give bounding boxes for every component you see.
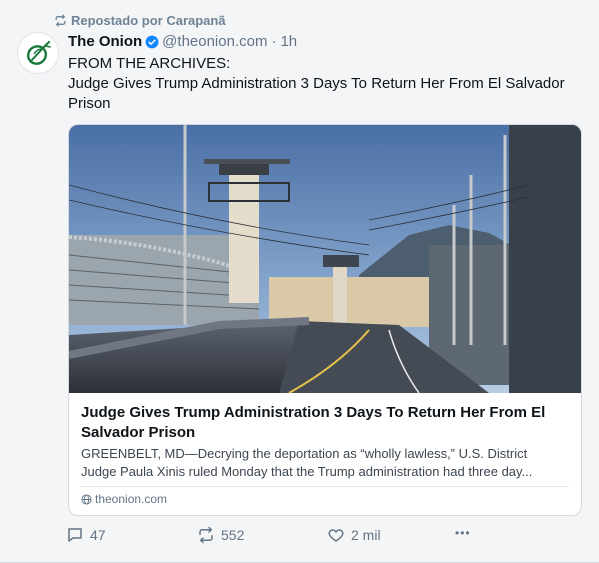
repost-button[interactable]: 552 [197,526,244,544]
card-domain-text: theonion.com [95,492,168,506]
more-options-button[interactable]: ••• [455,526,471,540]
reply-count: 47 [90,527,106,543]
card-title[interactable]: Judge Gives Trump Administration 3 Days … [81,403,571,443]
card-description-line1: GREENBELT, MD—Decrying the deportation a… [81,446,528,461]
like-button[interactable]: 2 mil [327,526,381,544]
repost-icon [55,14,66,27]
repost-count: 552 [221,527,245,543]
verified-badge-icon [145,35,159,49]
onion-logo [26,40,51,65]
card-divider [81,486,569,487]
like-count: 2 mil [351,527,381,543]
more-options-icon: ••• [455,526,471,540]
card-image [69,125,581,393]
author-handle[interactable]: @theonion.com [162,32,267,52]
post-text-line1: FROM THE ARCHIVES: [68,55,231,72]
post-header: The Onion @theonion.com · 1h [68,32,297,52]
link-card[interactable]: Judge Gives Trump Administration 3 Days … [68,124,582,516]
card-domain[interactable]: theonion.com [81,492,167,506]
repost-icon [199,526,213,544]
repost-indicator[interactable]: Repostado por Carapanã [54,13,226,28]
heart-icon [328,529,344,542]
feed-post[interactable]: Repostado por Carapanã The Onion @theoni… [0,0,599,563]
reply-button[interactable]: 47 [66,526,106,544]
post-text-line2: Judge Gives Trump Administration 3 Days … [68,75,565,112]
avatar[interactable] [17,32,59,74]
repost-label: Repostado por Carapanã [71,13,226,28]
separator-dot: · [271,33,277,50]
post-timestamp[interactable]: 1h [280,32,297,52]
post-text: FROM THE ARCHIVES: Judge Gives Trump Adm… [68,54,568,114]
post-actions: 47 552 2 mil ••• [66,526,486,548]
card-description-line2: Judge Paula Xinis ruled Monday that the … [81,464,533,479]
author-name[interactable]: The Onion [68,32,142,52]
card-description: GREENBELT, MD—Decrying the deportation a… [81,445,571,481]
reply-icon [68,528,82,542]
globe-icon [81,493,92,505]
